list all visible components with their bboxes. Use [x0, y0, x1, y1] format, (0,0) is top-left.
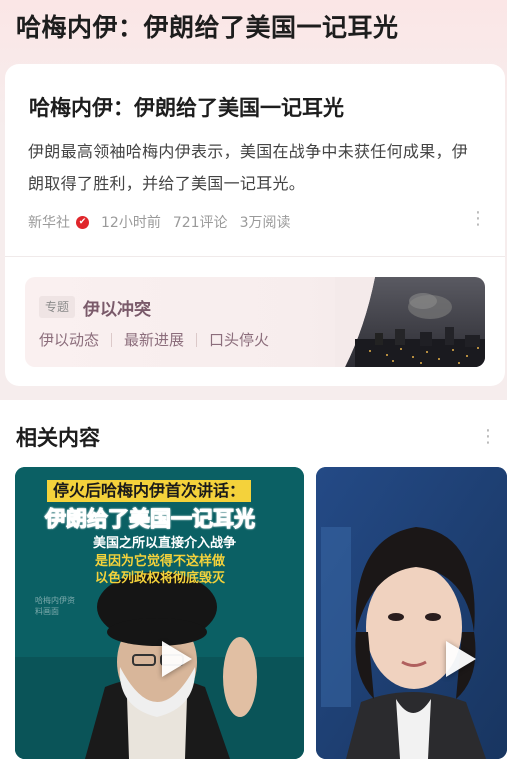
video-watermark: 哈梅内伊资料画面 [35, 596, 75, 616]
video-card-1[interactable]: 停火后哈梅内伊首次讲话： 伊朗给了美国一记耳光 美国之所以直接介入战争 是因为它… [15, 467, 304, 759]
topic-tag: 专题 [39, 296, 76, 318]
topic-separator [196, 332, 198, 347]
topic-links: 伊以动态 最新进展 口头停火 [39, 329, 269, 350]
article-summary[interactable]: 伊朗最高领袖哈梅内伊表示，美国在战争中未获任何成果，伊朗取得了胜利，并给了美国一… [28, 136, 483, 200]
play-icon[interactable] [446, 641, 476, 677]
topic-link-ceasefire[interactable]: 口头停火 [209, 329, 269, 350]
topic-card[interactable]: 专题 伊以冲突 伊以动态 最新进展 口头停火 [25, 277, 485, 367]
video-overlay-caption: 美国之所以直接介入战争 [93, 536, 237, 551]
article-reads: 3万阅读 [239, 215, 291, 231]
verified-badge-icon: ✔ [76, 215, 89, 229]
article-title[interactable]: 哈梅内伊：伊朗给了美国一记耳光 [29, 92, 344, 122]
video-overlay-headline: 停火后哈梅内伊首次讲话： [47, 480, 252, 502]
topic-separator [111, 332, 113, 347]
article-meta: 新华社 ✔ 12小时前 721评论 3万阅读 [28, 212, 302, 232]
video-overlay-caption: 是因为它觉得不这样做 [95, 554, 226, 569]
article-card[interactable]: 哈梅内伊：伊朗给了美国一记耳光 伊朗最高领袖哈梅内伊表示，美国在战争中未获任何成… [5, 64, 505, 386]
topic-link-dynamics[interactable]: 伊以动态 [39, 329, 99, 350]
article-time: 12小时前 [101, 215, 161, 231]
related-title: 相关内容 [16, 426, 100, 450]
article-comments[interactable]: 721评论 [173, 212, 228, 232]
more-vertical-icon[interactable]: ⋮ [479, 428, 497, 446]
topic-name[interactable]: 伊以冲突 [83, 295, 151, 320]
article-source[interactable]: 新华社 [28, 212, 70, 232]
video-card-2[interactable] [316, 467, 507, 759]
page-title: 哈梅内伊：伊朗给了美国一记耳光 [16, 13, 399, 42]
topic-cover-image[interactable] [335, 277, 485, 367]
video-overlay-title: 伊朗给了美国一记耳光 [45, 507, 256, 532]
divider [5, 256, 505, 257]
play-icon[interactable] [162, 641, 192, 677]
video-overlay-caption: 以色列政权将彻底毁灭 [95, 571, 226, 586]
topic-link-latest[interactable]: 最新进展 [124, 329, 184, 350]
more-vertical-icon[interactable]: ⋮ [469, 210, 487, 228]
